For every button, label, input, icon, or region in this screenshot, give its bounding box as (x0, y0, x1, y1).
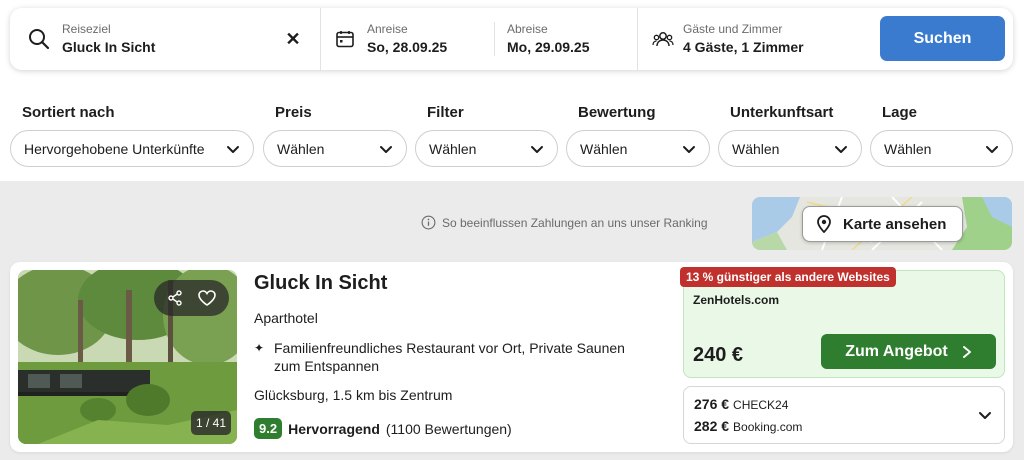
checkin-label: Anreise (367, 22, 408, 36)
filter-select[interactable]: Wählen (415, 130, 558, 167)
filter-title: Unterkunftsart (730, 104, 834, 121)
photo-actions (154, 280, 229, 316)
ranking-note-text: So beeinflussen Zahlungen an uns unser R… (442, 215, 708, 230)
chevron-down-icon (683, 145, 695, 153)
rating-select[interactable]: Wählen (566, 130, 710, 167)
offer-price: 282 € (694, 418, 730, 434)
filter-location: Lage Wählen (870, 104, 1013, 167)
filter-title: Filter (427, 104, 464, 121)
select-value: Wählen (884, 140, 932, 157)
rating-row[interactable]: 9.2 Hervorragend (1100 Bewertungen) (254, 418, 512, 439)
offer-provider: CHECK24 (733, 398, 789, 412)
search-bar: Reiseziel Gluck In Sicht ✕ Anreise So, 2… (10, 8, 1013, 70)
other-offers[interactable]: 276 € CHECK24 282 € Booking.com (683, 386, 1005, 444)
chevron-down-icon (531, 145, 543, 153)
select-value: Hervorgehobene Unterkünfte (24, 140, 205, 157)
deal-provider: ZenHotels.com (693, 293, 780, 307)
view-deal-button[interactable]: Zum Angebot (821, 334, 996, 369)
offer-price: 276 € (694, 396, 730, 412)
savings-tag: 13 % günstiger als andere Websites (680, 267, 896, 287)
filter-filter: Filter Wählen (415, 104, 558, 167)
hotel-name[interactable]: Gluck In Sicht (254, 272, 387, 295)
view-deal-label: Zum Angebot (845, 342, 948, 360)
checkin-value[interactable]: So, 28.09.25 (367, 39, 447, 55)
hotel-location: Glücksburg, 1.5 km bis Zentrum (254, 387, 453, 403)
dates-field: Anreise So, 28.09.25 Abreise Mo, 29.09.2… (321, 8, 638, 70)
destination-value[interactable]: Gluck In Sicht (62, 39, 155, 55)
deal-price: 240 € (693, 344, 744, 366)
ranking-note[interactable]: So beeinflussen Zahlungen an uns unser R… (421, 215, 708, 230)
info-icon (421, 215, 436, 230)
sparkle-icon: ✦ (254, 341, 265, 355)
select-value: Wählen (277, 140, 325, 157)
select-value: Wählen (429, 140, 477, 157)
photo-counter: 1 / 41 (191, 411, 231, 435)
rating-badge: 9.2 (254, 418, 283, 439)
checkout-label: Abreise (507, 22, 548, 36)
offer-row: 282 € Booking.com (694, 418, 802, 434)
close-icon[interactable]: ✕ (282, 28, 304, 50)
rating-count: (1100 Bewertungen) (385, 420, 512, 437)
chevron-right-icon (962, 345, 971, 358)
chevron-down-icon (227, 145, 239, 153)
sort-select[interactable]: Hervorgehobene Unterkünfte (10, 130, 254, 167)
guests-label: Gäste und Zimmer (683, 22, 783, 36)
location-pin-icon (817, 215, 831, 233)
hotel-type: Aparthotel (254, 310, 318, 326)
filter-sort: Sortiert nach Hervorgehobene Unterkünfte (10, 104, 254, 167)
filter-title: Sortiert nach (22, 104, 115, 121)
hotel-highlight: ✦ Familienfreundliches Restaurant vor Or… (254, 339, 654, 375)
filter-price: Preis Wählen (263, 104, 407, 167)
guests-field[interactable]: Gäste und Zimmer 4 Gäste, 1 Zimmer (638, 8, 878, 70)
calendar-icon (336, 31, 354, 48)
search-button[interactable]: Suchen (880, 16, 1005, 61)
chevron-down-icon (380, 145, 392, 153)
guests-value[interactable]: 4 Gäste, 1 Zimmer (683, 39, 804, 55)
filter-rating: Bewertung Wählen (566, 104, 710, 167)
chevron-down-icon (986, 145, 998, 153)
offer-row: 276 € CHECK24 (694, 396, 788, 412)
destination-label: Reiseziel (62, 22, 111, 36)
map-button[interactable]: Karte ansehen (802, 206, 963, 242)
price-select[interactable]: Wählen (263, 130, 407, 167)
property-type-select[interactable]: Wählen (718, 130, 862, 167)
filter-title: Bewertung (578, 104, 656, 121)
select-value: Wählen (580, 140, 628, 157)
guests-icon (652, 32, 674, 47)
map-button-label: Karte ansehen (843, 215, 947, 233)
offer-provider: Booking.com (733, 420, 803, 434)
checkout-value[interactable]: Mo, 29.09.25 (507, 39, 590, 55)
heart-icon[interactable] (197, 289, 217, 307)
select-value: Wählen (732, 140, 780, 157)
chevron-down-icon (835, 145, 847, 153)
rating-word: Hervorragend (288, 420, 380, 437)
date-divider (494, 22, 495, 56)
highlight-text: Familienfreundliches Restaurant vor Ort,… (274, 340, 625, 374)
share-icon[interactable] (166, 289, 184, 307)
filter-title: Preis (275, 104, 312, 121)
search-icon (29, 29, 50, 50)
filter-property-type: Unterkunftsart Wählen (718, 104, 862, 167)
destination-field[interactable]: Reiseziel Gluck In Sicht ✕ (10, 8, 321, 70)
chevron-down-icon[interactable] (978, 408, 992, 422)
location-select[interactable]: Wählen (870, 130, 1013, 167)
filter-title: Lage (882, 104, 918, 121)
